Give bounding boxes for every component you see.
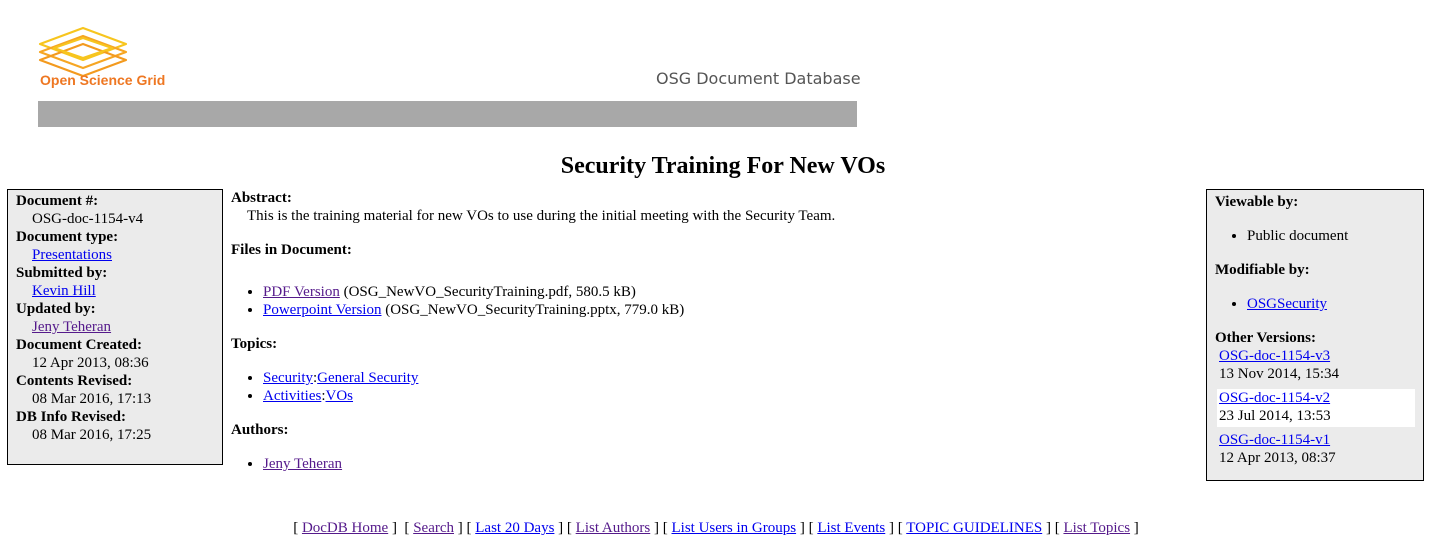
list-item: PDF Version (OSG_NewVO_SecurityTraining.… — [263, 283, 1191, 301]
modifiable-label: Modifiable by: — [1215, 262, 1310, 278]
document-title: Security Training For New VOs — [560, 153, 886, 179]
files-list: PDF Version (OSG_NewVO_SecurityTraining.… — [231, 283, 1191, 319]
submitter-link[interactable]: Kevin Hill — [32, 283, 96, 299]
logo-text: Open Science Grid — [40, 72, 166, 88]
topic-parent-link[interactable]: Activities — [263, 388, 321, 404]
list-item: Powerpoint Version (OSG_NewVO_SecurityTr… — [263, 301, 1191, 319]
submitted-by-label: Submitted by: — [16, 265, 108, 281]
file-detail: (OSG_NewVO_SecurityTraining.pptx, 779.0 … — [385, 302, 685, 318]
footer-link-list-events[interactable]: List Events — [817, 520, 885, 536]
file-detail: (OSG_NewVO_SecurityTraining.pdf, 580.5 k… — [343, 284, 636, 300]
viewable-list: Public document — [1215, 227, 1423, 245]
footer-link-last-20-days[interactable]: Last 20 Days — [475, 520, 554, 536]
version-entry: OSG-doc-1154-v1 12 Apr 2013, 08:37 — [1217, 431, 1415, 469]
version-link[interactable]: OSG-doc-1154-v3 — [1219, 348, 1330, 364]
footer-link-search[interactable]: Search — [413, 520, 454, 536]
footer-link-topic-guidelines[interactable]: TOPIC GUIDELINES — [906, 520, 1042, 536]
version-entry: OSG-doc-1154-v3 13 Nov 2014, 15:34 — [1217, 347, 1415, 385]
viewable-label: Viewable by: — [1215, 194, 1299, 210]
topic-parent-link[interactable]: Security — [263, 370, 313, 386]
footer-link-list-users-in-groups[interactable]: List Users in Groups — [672, 520, 797, 536]
pptx-file-link[interactable]: Powerpoint Version — [263, 302, 381, 318]
footer-link-list-authors[interactable]: List Authors — [576, 520, 651, 536]
version-date: 13 Nov 2014, 15:34 — [1219, 366, 1339, 382]
footer-link-docdb-home[interactable]: DocDB Home — [302, 520, 388, 536]
created-label: Document Created: — [16, 337, 142, 353]
updater-link[interactable]: Jeny Teheran — [32, 319, 111, 335]
authors-list: Jeny Teheran — [231, 455, 1191, 473]
version-entry: OSG-doc-1154-v2 23 Jul 2014, 13:53 — [1217, 389, 1415, 427]
footer-nav: [ DocDB Home ] [ Search ] [ Last 20 Days… — [293, 520, 1139, 536]
doc-type-link[interactable]: Presentations — [32, 247, 112, 263]
modifier-group-link[interactable]: OSGSecurity — [1247, 296, 1327, 312]
abstract-text: This is the training material for new VO… — [247, 208, 836, 224]
version-date: 12 Apr 2013, 08:37 — [1219, 450, 1336, 466]
list-item: Security:General Security — [263, 369, 1191, 387]
header-bar — [38, 101, 857, 127]
site-title: OSG Document Database — [656, 69, 861, 88]
authors-label: Authors: — [231, 422, 289, 438]
created-date: 12 Apr 2013, 08:36 — [32, 355, 149, 371]
document-info-panel: Document #: OSG-doc-1154-v4 Document typ… — [7, 189, 223, 465]
doc-number: OSG-doc-1154-v4 — [32, 211, 144, 227]
modifiable-list: OSGSecurity — [1215, 295, 1423, 313]
main-content: Abstract: This is the training material … — [231, 189, 1191, 473]
pdf-file-link[interactable]: PDF Version — [263, 284, 340, 300]
doc-number-label: Document #: — [16, 193, 99, 209]
updated-by-label: Updated by: — [16, 301, 96, 317]
doc-type-label: Document type: — [16, 229, 119, 245]
viewable-item: Public document — [1247, 227, 1423, 245]
topic-child-link[interactable]: VOs — [326, 388, 354, 404]
files-label: Files in Document: — [231, 242, 352, 258]
dbinfo-revised-date: 08 Mar 2016, 17:25 — [32, 427, 152, 443]
list-item: Activities:VOs — [263, 387, 1191, 405]
version-link[interactable]: OSG-doc-1154-v2 — [1219, 390, 1330, 406]
other-versions-label: Other Versions: — [1215, 330, 1316, 346]
topic-child-link[interactable]: General Security — [317, 370, 418, 386]
topics-label: Topics: — [231, 336, 278, 352]
topics-list: Security:General Security Activities:VOs — [231, 369, 1191, 405]
contents-revised-label: Contents Revised: — [16, 373, 133, 389]
list-item: Jeny Teheran — [263, 455, 1191, 473]
version-date: 23 Jul 2014, 13:53 — [1219, 408, 1331, 424]
contents-revised-date: 08 Mar 2016, 17:13 — [32, 391, 152, 407]
abstract-label: Abstract: — [231, 190, 292, 206]
footer-link-list-topics[interactable]: List Topics — [1063, 520, 1130, 536]
access-panel: Viewable by: Public document Modifiable … — [1206, 189, 1424, 481]
list-item: OSGSecurity — [1247, 295, 1423, 313]
dbinfo-revised-label: DB Info Revised: — [16, 409, 127, 425]
version-link[interactable]: OSG-doc-1154-v1 — [1219, 432, 1330, 448]
author-link[interactable]: Jeny Teheran — [263, 456, 342, 472]
